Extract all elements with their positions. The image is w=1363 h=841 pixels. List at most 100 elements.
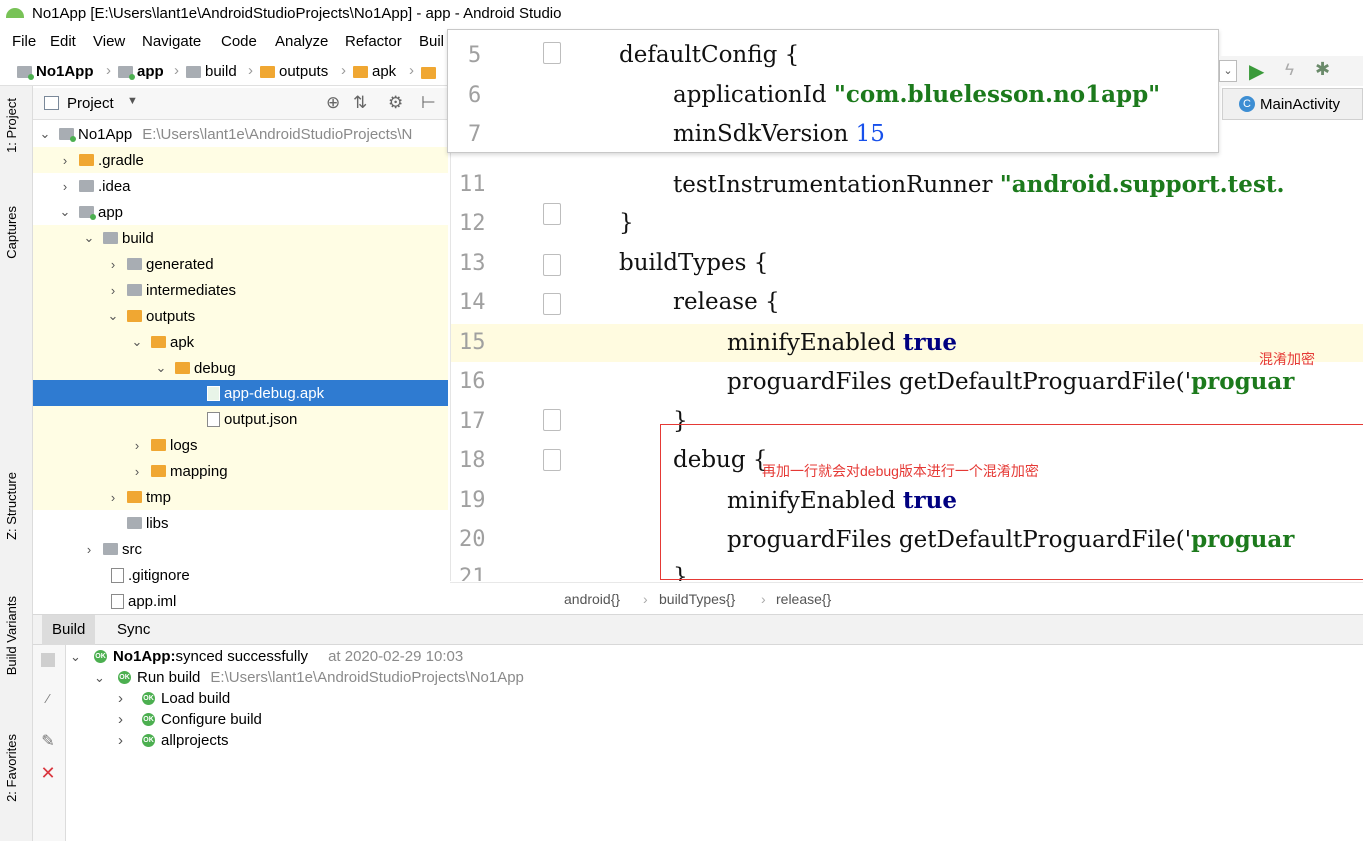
breadcrumb-release[interactable]: release{} bbox=[776, 591, 831, 607]
stop-icon[interactable] bbox=[41, 653, 55, 667]
chevron-right-icon[interactable]: › bbox=[118, 732, 142, 749]
tree-item-idea[interactable]: › .idea bbox=[33, 173, 448, 199]
tab-sync[interactable]: Sync bbox=[107, 615, 160, 645]
tree-item-app-debug-apk[interactable]: app-debug.apk bbox=[33, 380, 448, 406]
tree-item-gradle[interactable]: › .gradle bbox=[33, 147, 448, 173]
menu-navigate[interactable]: Navigate bbox=[142, 33, 201, 50]
chevron-right-icon[interactable]: › bbox=[129, 464, 145, 479]
chevron-down-icon[interactable]: ⌄ bbox=[153, 360, 169, 376]
apply-changes-icon[interactable]: ϟ bbox=[1285, 60, 1294, 80]
build-row-load-build[interactable]: › OK Load build bbox=[118, 688, 230, 709]
line-number: 21 bbox=[459, 565, 486, 581]
build-row-allprojects[interactable]: › OK allprojects bbox=[118, 730, 229, 751]
dropdown-arrow-icon[interactable]: ▼ bbox=[127, 95, 138, 107]
menu-view[interactable]: View bbox=[93, 33, 125, 50]
nav-crumb-apk[interactable]: apk bbox=[353, 63, 396, 80]
fold-marker-icon[interactable] bbox=[543, 449, 561, 471]
collapse-icon[interactable]: ⇅ bbox=[353, 93, 367, 113]
annotation-highlight-box bbox=[660, 424, 1363, 580]
tree-item-tmp[interactable]: › tmp bbox=[33, 484, 448, 510]
debug-icon[interactable]: ✱ bbox=[1315, 59, 1330, 80]
gear-icon[interactable]: ⚙ bbox=[388, 93, 403, 113]
tree-item-outputs[interactable]: ⌄ outputs bbox=[33, 303, 448, 329]
nav-crumb-label: No1App bbox=[36, 63, 94, 80]
tree-item-gitignore[interactable]: .gitignore bbox=[33, 562, 448, 588]
project-view-selector[interactable]: Project bbox=[67, 95, 114, 112]
breadcrumb-buildtypes[interactable]: buildTypes{} bbox=[659, 591, 735, 607]
tree-item-apk[interactable]: ⌄ apk bbox=[33, 329, 448, 355]
nav-crumb-outputs[interactable]: outputs bbox=[260, 63, 328, 80]
nav-crumb-project[interactable]: No1App bbox=[17, 63, 94, 80]
tab-main-activity[interactable]: C MainActivity bbox=[1222, 88, 1363, 120]
fold-marker-icon[interactable] bbox=[543, 203, 561, 225]
nav-crumb-build[interactable]: build bbox=[186, 63, 237, 80]
code-line: minSdkVersion 15 bbox=[673, 121, 885, 147]
chevron-right-icon[interactable]: › bbox=[81, 542, 97, 557]
tree-item-intermediates[interactable]: › intermediates bbox=[33, 277, 448, 303]
chevron-right-icon[interactable]: › bbox=[118, 690, 142, 707]
tab-favorites[interactable]: 2: Favorites bbox=[4, 734, 19, 802]
string-literal: proguar bbox=[1191, 368, 1295, 395]
tab-structure[interactable]: Z: Structure bbox=[4, 472, 19, 540]
build-row-configure-build[interactable]: › OK Configure build bbox=[118, 709, 262, 730]
breadcrumb-android[interactable]: android{} bbox=[564, 591, 620, 607]
string-literal: "com.bluelesson.no1app" bbox=[833, 81, 1161, 108]
fold-marker-icon[interactable] bbox=[543, 42, 561, 64]
chevron-right-icon[interactable]: › bbox=[118, 711, 142, 728]
fold-marker-icon[interactable] bbox=[543, 409, 561, 431]
chevron-down-icon[interactable]: ⌄ bbox=[129, 334, 145, 350]
tab-build-variants[interactable]: Build Variants bbox=[4, 596, 19, 675]
locate-icon[interactable]: ⊕ bbox=[326, 93, 340, 113]
menu-analyze[interactable]: Analyze bbox=[275, 33, 328, 50]
line-number: 12 bbox=[459, 211, 486, 236]
string-literal: "android.support.test. bbox=[999, 171, 1285, 198]
config-dropdown-icon[interactable]: ⌄ bbox=[1219, 60, 1237, 82]
tree-item-label: debug bbox=[194, 359, 236, 377]
tree-item-logs[interactable]: › logs bbox=[33, 432, 448, 458]
chevron-right-icon[interactable]: › bbox=[105, 490, 121, 505]
chevron-right-icon[interactable]: › bbox=[57, 153, 73, 168]
menu-edit[interactable]: Edit bbox=[50, 33, 76, 50]
tree-item-output-json[interactable]: output.json bbox=[33, 406, 448, 432]
build-row-run-build[interactable]: ⌄ OK Run build E:\Users\lant1e\AndroidSt… bbox=[94, 667, 524, 688]
close-icon[interactable]: ✕ bbox=[39, 763, 57, 783]
run-icon[interactable]: ▶ bbox=[1249, 59, 1264, 84]
tree-item-src[interactable]: › src bbox=[33, 536, 448, 562]
chevron-right-icon[interactable]: › bbox=[129, 438, 145, 453]
chevron-right-icon[interactable]: › bbox=[57, 179, 73, 194]
tree-item-generated[interactable]: › generated bbox=[33, 251, 448, 277]
chevron-down-icon[interactable]: ⌄ bbox=[70, 649, 94, 665]
chevron-down-icon[interactable]: ⌄ bbox=[94, 670, 118, 686]
tree-item-debug[interactable]: ⌄ debug bbox=[33, 355, 448, 381]
chevron-right-icon[interactable]: › bbox=[105, 283, 121, 298]
tree-item-build[interactable]: ⌄ build bbox=[33, 225, 448, 251]
build-row-synced[interactable]: ⌄ OK No1App: synced successfully at 2020… bbox=[70, 646, 463, 667]
tree-item-app[interactable]: ⌄ app bbox=[33, 199, 448, 225]
menu-file[interactable]: File bbox=[12, 33, 36, 50]
code-text: proguardFiles getDefaultProguardFile(' bbox=[727, 369, 1192, 395]
menu-build[interactable]: Buil bbox=[419, 33, 444, 50]
fold-marker-icon[interactable] bbox=[543, 293, 561, 315]
menu-code[interactable]: Code bbox=[221, 33, 257, 50]
tab-project[interactable]: 1: Project bbox=[4, 98, 19, 153]
fold-marker-icon[interactable] bbox=[543, 254, 561, 276]
tree-item-mapping[interactable]: › mapping bbox=[33, 458, 448, 484]
pin-icon[interactable]: ✎ bbox=[39, 731, 57, 750]
tree-item-libs[interactable]: libs bbox=[33, 510, 448, 536]
hide-panel-icon[interactable]: ⊢ bbox=[421, 93, 436, 113]
nav-crumb-app[interactable]: app bbox=[118, 63, 164, 80]
tab-captures[interactable]: Captures bbox=[4, 206, 19, 259]
annotation-note: 再加一行就会对debug版本进行一个混淆加密 bbox=[762, 463, 1039, 479]
chevron-down-icon[interactable]: ⌄ bbox=[57, 204, 73, 220]
line-number: 5 bbox=[468, 43, 482, 68]
tree-item-app-iml[interactable]: app.iml bbox=[33, 588, 448, 612]
chevron-down-icon[interactable]: ⌄ bbox=[81, 230, 97, 246]
toggle-view-icon[interactable]: ⁄ bbox=[39, 691, 57, 709]
tree-item-no1app[interactable]: ⌄ No1App E:\Users\lant1e\AndroidStudioPr… bbox=[33, 121, 448, 147]
chevron-down-icon[interactable]: ⌄ bbox=[37, 126, 53, 142]
chevron-right-icon[interactable]: › bbox=[105, 257, 121, 272]
menu-refactor[interactable]: Refactor bbox=[345, 33, 402, 50]
tab-build[interactable]: Build bbox=[42, 615, 96, 645]
json-file-icon bbox=[207, 411, 220, 427]
chevron-down-icon[interactable]: ⌄ bbox=[105, 308, 121, 324]
